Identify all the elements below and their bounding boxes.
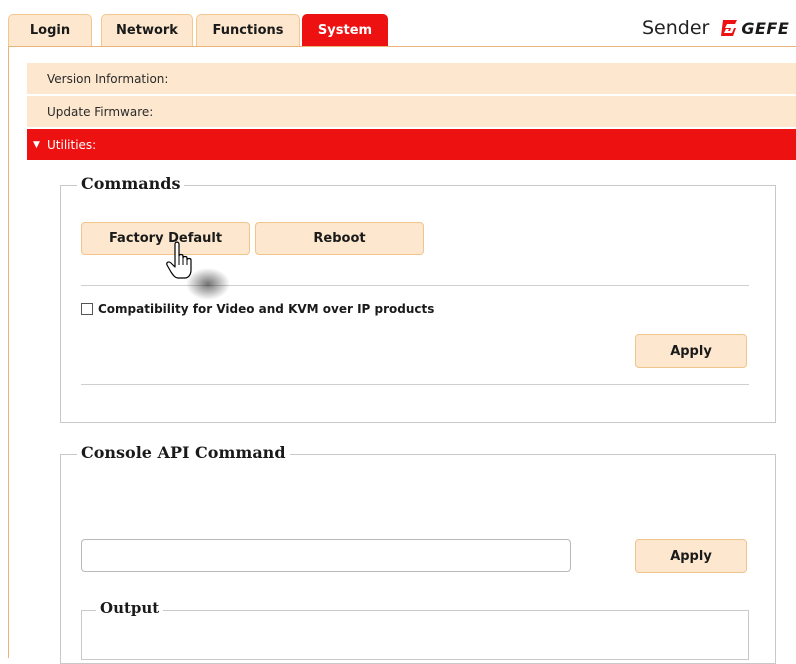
compatibility-label: Compatibility for Video and KVM over IP … (98, 302, 435, 316)
console-api-input[interactable] (81, 539, 571, 572)
compatibility-checkbox[interactable] (81, 303, 93, 315)
console-apply-button[interactable]: Apply (635, 539, 747, 573)
section-update-firmware[interactable]: Update Firmware: (27, 96, 796, 127)
device-role-label: Sender (642, 17, 710, 39)
console-api-legend: Console API Command (77, 443, 290, 462)
commands-legend: Commands (77, 174, 185, 193)
top-tab-bar: Login Network Functions System Sender GE… (0, 0, 796, 46)
section-utilities[interactable]: ▼ Utilities: (27, 129, 796, 160)
tab-network[interactable]: Network (101, 14, 193, 46)
section-label: Version Information: (47, 71, 169, 86)
compatibility-option: Compatibility for Video and KVM over IP … (81, 302, 434, 316)
output-group: Output (81, 599, 749, 660)
section-version-information[interactable]: Version Information: (27, 63, 796, 94)
tab-system[interactable]: System (302, 14, 388, 46)
divider (81, 285, 749, 286)
brand-logo-text: GEFE (741, 18, 790, 38)
console-api-group: Console API Command Apply Output (60, 443, 776, 664)
tab-login[interactable]: Login (8, 14, 92, 46)
commands-group: Commands Factory Default Reboot Compatib… (60, 174, 776, 423)
section-label: Update Firmware: (47, 104, 154, 119)
factory-default-button[interactable]: Factory Default (81, 222, 250, 255)
main-panel: Version Information: Update Firmware: ▼ … (8, 46, 796, 664)
divider (81, 384, 749, 385)
gefen-logo-icon (721, 20, 738, 36)
reboot-button[interactable]: Reboot (255, 222, 424, 255)
brand-header: Sender GEFE (642, 14, 789, 42)
triangle-down-icon: ▼ (33, 139, 40, 150)
commands-apply-button[interactable]: Apply (635, 334, 747, 368)
section-label: Utilities: (47, 137, 97, 152)
output-legend: Output (96, 599, 164, 617)
tab-functions[interactable]: Functions (196, 14, 300, 46)
